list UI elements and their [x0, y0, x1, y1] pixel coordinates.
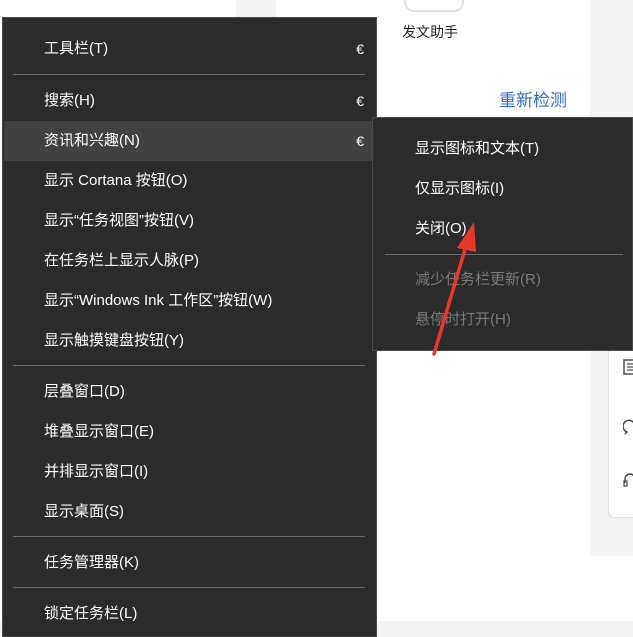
headset-icon[interactable] [623, 471, 633, 487]
menu-separator [13, 536, 365, 537]
submenu-item-label: 显示图标和文本(T) [415, 140, 540, 157]
submenu-item-show-icon-only[interactable]: 仅显示图标(I) [373, 169, 633, 209]
submenu-item-open-on-hover: 悬停时打开(H) [373, 300, 633, 340]
submenu-separator [385, 254, 623, 255]
background-bottom [380, 556, 633, 621]
menu-item-lock-taskbar[interactable]: 锁定任务栏(L) [4, 594, 376, 634]
chat-bubble-icon[interactable] [623, 419, 633, 435]
menu-item-label: 显示“任务视图”按钮(V) [44, 212, 194, 229]
menu-item-stack-windows[interactable]: 堆叠显示窗口(E) [4, 412, 376, 452]
menu-item-label: 并排显示窗口(I) [44, 463, 149, 480]
menu-item-label: 显示 Cortana 按钮(O) [44, 172, 188, 189]
menu-item-show-people[interactable]: 在任务栏上显示人脉(P) [4, 241, 376, 281]
menu-item-toolbars[interactable]: 工具栏(T) € [4, 29, 376, 69]
taskbar-context-menu: 工具栏(T) € 搜索(H) € 资讯和兴趣(N) € 显示 Cortana 按… [2, 17, 377, 637]
menu-item-show-cortana[interactable]: 显示 Cortana 按钮(O) [4, 161, 376, 201]
submenu-item-label: 关闭(O) [415, 220, 467, 237]
recheck-link[interactable]: 重新检测 [499, 86, 567, 111]
menu-item-label: 层叠窗口(D) [44, 383, 125, 400]
menu-item-label: 堆叠显示窗口(E) [44, 423, 154, 440]
menu-item-show-desktop[interactable]: 显示桌面(S) [4, 492, 376, 532]
submenu-item-label: 悬停时打开(H) [415, 311, 511, 328]
menu-item-label: 工具栏(T) [44, 40, 109, 57]
side-toolbar-card [608, 330, 633, 518]
submenu-item-reduce-updates: 减少任务栏更新(R) [373, 260, 633, 300]
submenu-arrow-icon: € [356, 93, 364, 109]
menu-item-label: 在任务栏上显示人脉(P) [44, 252, 199, 269]
submenu-item-label: 减少任务栏更新(R) [415, 271, 541, 288]
menu-item-label: 任务管理器(K) [44, 554, 139, 571]
menu-separator [13, 365, 365, 366]
menu-separator [13, 587, 365, 588]
menu-item-show-task-view[interactable]: 显示“任务视图”按钮(V) [4, 201, 376, 241]
menu-separator [13, 74, 365, 75]
menu-item-cascade-windows[interactable]: 层叠窗口(D) [4, 372, 376, 412]
assistant-label: 发文助手 [402, 24, 458, 40]
submenu-item-turn-off[interactable]: 关闭(O) [373, 209, 633, 249]
menu-item-search[interactable]: 搜索(H) € [4, 81, 376, 121]
submenu-arrow-icon: € [356, 133, 364, 149]
submenu-item-show-icon-text[interactable]: 显示图标和文本(T) [373, 129, 633, 169]
news-interests-submenu: 显示图标和文本(T) 仅显示图标(I) 关闭(O) 减少任务栏更新(R) 悬停时… [372, 117, 633, 351]
assistant-tile[interactable] [404, 0, 464, 12]
menu-item-label: 搜索(H) [44, 92, 95, 109]
menu-item-side-by-side[interactable]: 并排显示窗口(I) [4, 452, 376, 492]
menu-item-label: 资讯和兴趣(N) [44, 132, 140, 149]
menu-item-task-manager[interactable]: 任务管理器(K) [4, 543, 376, 583]
menu-item-label: 锁定任务栏(L) [44, 605, 138, 622]
document-icon[interactable] [623, 359, 633, 375]
menu-item-show-windows-ink[interactable]: 显示“Windows Ink 工作区”按钮(W) [4, 281, 376, 321]
menu-item-label: 显示触摸键盘按钮(Y) [44, 332, 184, 349]
menu-item-show-touch-keyboard[interactable]: 显示触摸键盘按钮(Y) [4, 321, 376, 361]
menu-item-news-interests[interactable]: 资讯和兴趣(N) € [4, 121, 376, 161]
submenu-item-label: 仅显示图标(I) [415, 180, 505, 197]
submenu-arrow-icon: € [356, 41, 364, 57]
menu-item-label: 显示“Windows Ink 工作区”按钮(W) [44, 292, 273, 309]
menu-item-label: 显示桌面(S) [44, 503, 124, 520]
